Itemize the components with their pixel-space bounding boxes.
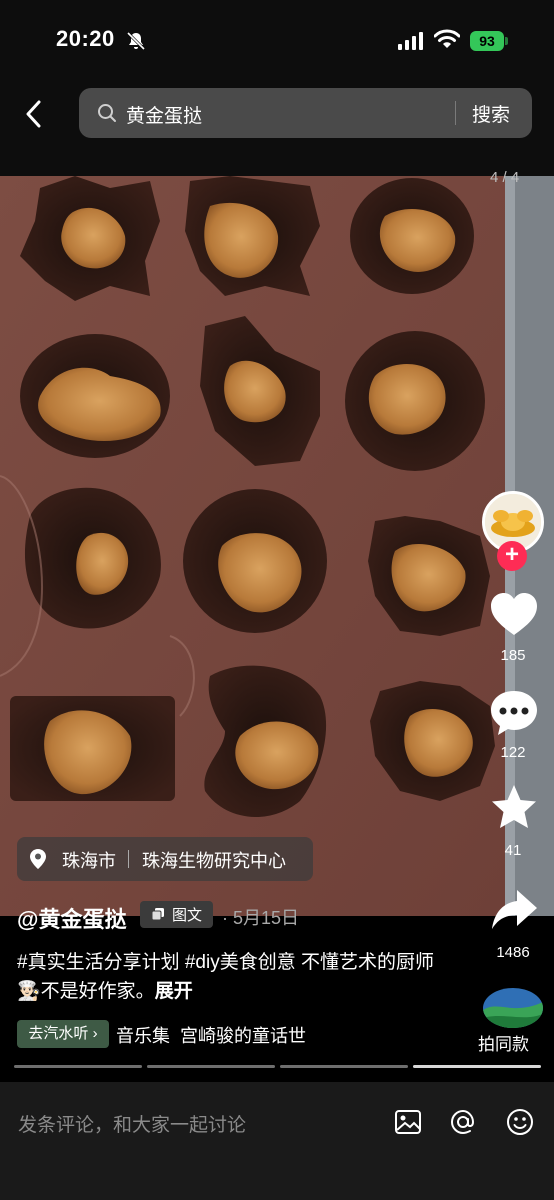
caption-text: #真实生活分享计划 #diy美食创意 不懂艺术的厨师 [17,952,434,973]
follow-button[interactable]: + [497,541,527,571]
comment-bar [0,1082,554,1200]
comment-bubble-icon[interactable] [488,686,540,738]
post-caption[interactable]: #真实生活分享计划 #diy美食创意 不懂艺术的厨师 👨🏻‍🍳不是好作家。展开 [17,948,447,1006]
cell-signal-icon [398,32,423,50]
landscape-thumbnail-icon [483,988,543,1028]
post-photo[interactable] [0,176,554,916]
author-name[interactable]: @黄金蛋挞 [17,902,126,934]
location-city: 珠海市 [62,851,116,871]
image-post-icon [152,908,164,920]
wifi-icon [434,29,460,48]
image-picker-icon[interactable] [393,1107,423,1137]
post-date: · 5月15日 [222,908,300,928]
like-heart-icon[interactable] [488,589,540,641]
status-time: 20:20 [56,26,115,51]
share-count: 1486 [496,944,530,961]
location-place: 珠海生物研究中心 [142,851,286,871]
favorite-star-icon[interactable] [488,782,540,834]
music-title[interactable]: 音乐集 宫崎骏的童话世 [116,1022,338,1048]
share-arrow-icon[interactable] [488,884,540,936]
progress-segment-2 [147,1065,275,1068]
caption-expand-link[interactable]: 展开 [155,981,193,1002]
page-indicator: 4 / 4 [490,169,520,186]
post-type-label: 图文 [172,907,203,924]
same-style-label[interactable]: 拍同款 [478,1030,529,1055]
back-arrow-icon[interactable] [20,96,48,132]
same-style-thumbnail[interactable] [483,988,543,1028]
search-query[interactable]: 黄金蛋挞 [126,101,202,128]
emoji-smile-icon[interactable] [505,1107,535,1137]
progress-segment-3 [280,1065,408,1068]
search-icon [98,104,116,122]
comment-count: 122 [500,744,526,761]
caption-rest: 不是好作家。 [40,981,155,1002]
progress-segment-1 [14,1065,142,1068]
comment-input[interactable]: 发条评论，和大家一起讨论 [18,1110,246,1137]
mention-at-icon[interactable] [448,1107,478,1137]
progress-segment-4 [413,1065,541,1068]
like-count: 185 [500,647,526,664]
chocolate-mold-image [0,176,554,916]
search-button[interactable]: 搜索 [472,100,510,127]
favorite-count: 41 [504,842,522,859]
chef-emoji: 👨🏻‍🍳 [17,981,41,1002]
search-divider [455,101,456,125]
silent-bell-icon [126,31,146,51]
battery-tip [505,37,508,45]
battery-indicator: 93 [470,31,504,51]
location-pin-icon [30,849,46,869]
music-open-badge[interactable]: 去汽水听 › [17,1020,109,1048]
location-separator [128,850,129,868]
